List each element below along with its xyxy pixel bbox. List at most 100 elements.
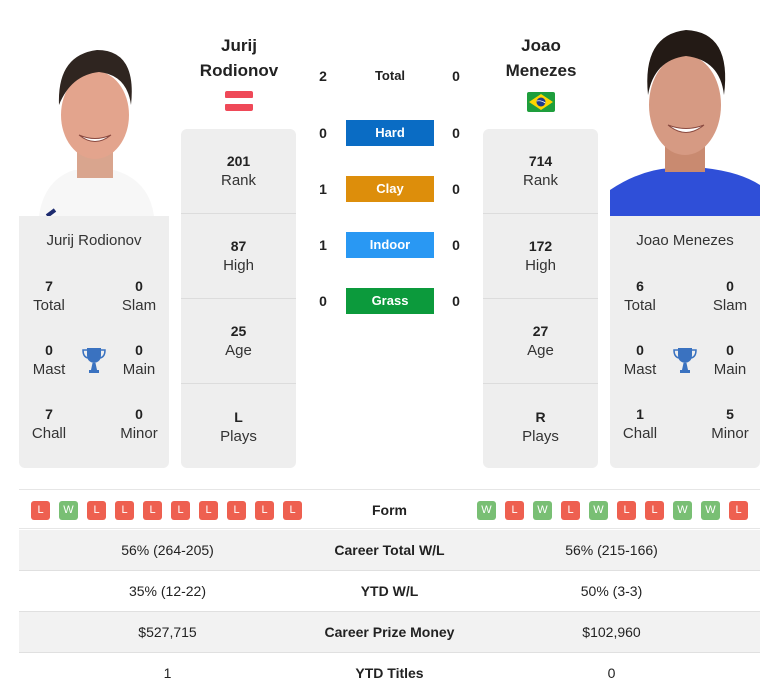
player2-full-name[interactable]: Joao Menezes: [610, 232, 760, 249]
form-win-badge[interactable]: W: [533, 501, 552, 520]
h2h-grass-row: 0 Grass 0: [300, 288, 480, 314]
titles-label: Main: [713, 361, 747, 378]
player2-career-total-wl: 56% (215-166): [565, 542, 658, 558]
player2-plays: R Plays: [483, 384, 598, 469]
form-loss-badge[interactable]: L: [645, 501, 664, 520]
player1-stats-card: 201 Rank 87 High 25 Age L Plays: [181, 129, 296, 468]
player1-last-name: Rodionov: [199, 61, 279, 80]
stat-label: High: [525, 257, 556, 274]
form-win-badge[interactable]: W: [589, 501, 608, 520]
p1-h2h-count: 0: [319, 293, 327, 309]
titles-label: Chall: [31, 425, 67, 442]
titles-value: 6: [636, 278, 644, 294]
h2h-clay-row: 1 Clay 0: [300, 176, 480, 202]
titles-value: 0: [726, 342, 734, 358]
titles-label: Mast: [32, 361, 66, 378]
career-total-wl-row: 56% (264-205) Career Total W/L 56% (215-…: [19, 530, 760, 571]
form-win-badge[interactable]: W: [673, 501, 692, 520]
stat-label: Rank: [220, 172, 257, 189]
stat-value: 172: [528, 238, 553, 254]
p1-h2h-count: 0: [319, 125, 327, 141]
stat-value: R: [535, 408, 546, 425]
h2h-hard-row: 0 Hard 0: [300, 120, 480, 146]
p2-h2h-count: 0: [452, 125, 460, 141]
player2-form: WLWLWLLWWL: [477, 501, 748, 520]
player2-high: 172 High: [483, 214, 598, 299]
player1-form: LWLLLLLLLL: [31, 501, 302, 520]
surface-hard-button[interactable]: Hard: [346, 120, 434, 146]
form-loss-badge[interactable]: L: [227, 501, 246, 520]
form-win-badge[interactable]: W: [477, 501, 496, 520]
form-loss-badge[interactable]: L: [31, 501, 50, 520]
player2-age: 27 Age: [483, 299, 598, 384]
stat-label: Plays: [522, 427, 559, 445]
player1-name[interactable]: Jurij Rodionov: [179, 33, 299, 83]
ytd-titles-row: 1 YTD Titles 0: [19, 653, 760, 694]
titles-chall: 1 Chall: [610, 404, 670, 444]
trophy-icon: [82, 347, 106, 373]
form-loss-badge[interactable]: L: [617, 501, 636, 520]
titles-value: 0: [45, 342, 53, 358]
stat-label: High: [223, 257, 254, 274]
player1-titles-card: Jurij Rodionov 7 Total 0 Slam 0 Mast 0 M…: [19, 216, 169, 468]
form-loss-badge[interactable]: L: [87, 501, 106, 520]
player1-full-name[interactable]: Jurij Rodionov: [19, 232, 169, 249]
player2-name[interactable]: Joao Menezes: [481, 33, 601, 83]
player2-ytd-wl: 50% (3-3): [580, 583, 643, 599]
stat-label: Plays: [220, 427, 257, 445]
player1-age: 25 Age: [181, 299, 296, 384]
form-row: Form LWLLLLLLLL WLWLWLLWWL: [19, 489, 760, 529]
titles-label: Slam: [712, 297, 748, 314]
titles-value: 7: [45, 278, 53, 294]
player1-first-name: Jurij: [221, 36, 257, 55]
surface-indoor-button[interactable]: Indoor: [346, 232, 434, 258]
form-loss-badge[interactable]: L: [143, 501, 162, 520]
player1-photo: [19, 20, 169, 216]
stat-value: 87: [230, 238, 247, 254]
titles-slam: 0 Slam: [109, 276, 169, 316]
player1-plays: L Plays: [181, 384, 296, 469]
trophy-icon: [673, 347, 697, 373]
titles-label: Chall: [622, 425, 658, 442]
player1-ytd-wl: 35% (12-22): [128, 583, 207, 599]
titles-total: 6 Total: [610, 276, 670, 316]
p2-h2h-count: 0: [452, 181, 460, 197]
form-loss-badge[interactable]: L: [115, 501, 134, 520]
career-total-wl-label: Career Total W/L: [334, 542, 445, 558]
titles-value: 0: [135, 278, 143, 294]
titles-value: 0: [135, 406, 143, 422]
career-prize-money-row: $527,715 Career Prize Money $102,960: [19, 612, 760, 653]
brazil-flag-icon: [527, 92, 555, 112]
surface-clay-button[interactable]: Clay: [346, 176, 434, 202]
p1-h2h-count: 1: [319, 181, 327, 197]
titles-value: 0: [726, 278, 734, 294]
stat-value: 201: [226, 153, 251, 169]
player2-photo: [610, 20, 760, 216]
form-loss-badge[interactable]: L: [729, 501, 748, 520]
ytd-titles-label: YTD Titles: [355, 665, 424, 681]
form-win-badge[interactable]: W: [59, 501, 78, 520]
form-loss-badge[interactable]: L: [171, 501, 190, 520]
austria-flag-icon: [225, 91, 253, 111]
player1-high: 87 High: [181, 214, 296, 299]
p2-h2h-count: 0: [452, 68, 460, 84]
surface-grass-button[interactable]: Grass: [346, 288, 434, 314]
player2-titles-card: Joao Menezes 6 Total 0 Slam 0 Mast 0 Mai…: [610, 216, 760, 468]
ytd-wl-label: YTD W/L: [360, 583, 419, 599]
stat-value: 25: [230, 323, 247, 339]
form-loss-badge[interactable]: L: [255, 501, 274, 520]
form-loss-badge[interactable]: L: [283, 501, 302, 520]
form-loss-badge[interactable]: L: [505, 501, 524, 520]
form-loss-badge[interactable]: L: [561, 501, 580, 520]
form-loss-badge[interactable]: L: [199, 501, 218, 520]
p2-h2h-count: 0: [452, 237, 460, 253]
player2-last-name: Menezes: [505, 61, 577, 80]
titles-chall: 7 Chall: [19, 404, 79, 444]
p2-h2h-count: 0: [452, 293, 460, 309]
h2h-total-label: Total: [374, 68, 406, 83]
titles-total: 7 Total: [19, 276, 79, 316]
h2h-indoor-row: 1 Indoor 0: [300, 232, 480, 258]
form-win-badge[interactable]: W: [701, 501, 720, 520]
stat-label: Age: [225, 342, 252, 359]
titles-label: Mast: [623, 361, 657, 378]
